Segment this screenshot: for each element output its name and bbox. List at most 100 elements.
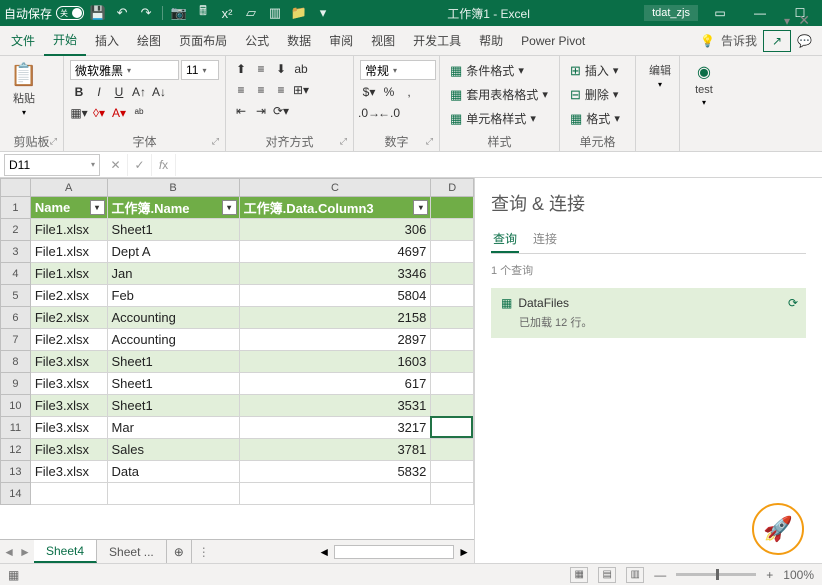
number-format-dropdown[interactable]: 常规▾	[360, 60, 436, 80]
cell[interactable]: Dept A	[107, 241, 239, 263]
pane-menu-icon[interactable]: ▾	[784, 14, 790, 28]
name-box[interactable]: D11▾	[4, 154, 100, 176]
cell[interactable]: 5804	[239, 285, 431, 307]
tellme-icon[interactable]: 💡	[700, 34, 715, 48]
dec-decimal-button[interactable]: ←.0	[380, 104, 398, 122]
tab-scroll-icon[interactable]: ⋮	[192, 545, 216, 559]
phonetic-button[interactable]: ᵃᵇ	[130, 104, 148, 122]
table-format-button[interactable]: ▦套用表格格式 ▾	[446, 84, 552, 105]
col-header[interactable]: A	[30, 179, 107, 197]
zoom-slider[interactable]	[676, 573, 756, 576]
undo-icon[interactable]: ↶	[112, 3, 132, 23]
cell[interactable]: 3531	[239, 395, 431, 417]
cell[interactable]: Accounting	[107, 329, 239, 351]
cell[interactable]	[431, 395, 474, 417]
cell[interactable]: 617	[239, 373, 431, 395]
cond-format-button[interactable]: ▦条件格式 ▾	[446, 60, 552, 81]
cell[interactable]: Sheet1	[107, 395, 239, 417]
col-header[interactable]: B	[107, 179, 239, 197]
zoom-in-button[interactable]: +	[766, 568, 773, 582]
share-button[interactable]: ↗	[763, 30, 791, 52]
cell[interactable]	[431, 417, 474, 439]
row-header[interactable]: 2	[1, 219, 31, 241]
launcher-icon[interactable]: ⤢	[340, 136, 347, 147]
launcher-icon[interactable]: ⤢	[50, 136, 57, 147]
cell[interactable]: 3781	[239, 439, 431, 461]
row-header[interactable]: 8	[1, 351, 31, 373]
tab-nav-prev-icon[interactable]: ◄	[3, 545, 15, 559]
group-icon[interactable]: ▥	[265, 3, 285, 23]
cell[interactable]	[431, 263, 474, 285]
view-break-icon[interactable]: ▥	[626, 567, 644, 583]
view-normal-icon[interactable]: ▦	[570, 567, 588, 583]
pane-tab-queries[interactable]: 查询	[491, 226, 519, 253]
align-left-button[interactable]: ≡	[232, 81, 250, 99]
filter-button[interactable]: ▾	[413, 200, 428, 215]
cell[interactable]: 2897	[239, 329, 431, 351]
tab-review[interactable]: 审阅	[320, 26, 362, 56]
cell[interactable]: Data	[107, 461, 239, 483]
filter-button[interactable]: ▾	[222, 200, 237, 215]
cancel-formula-icon[interactable]: ✕	[104, 154, 128, 176]
filter-button[interactable]: ▾	[90, 200, 105, 215]
cell[interactable]: File3.xlsx	[30, 395, 107, 417]
query-item[interactable]: ▦DataFiles⟳ 已加载 12 行。	[491, 288, 806, 338]
cell[interactable]: File2.xlsx	[30, 285, 107, 307]
spreadsheet-grid[interactable]: ABCD1Name▾工作簿.Name▾工作簿.Data.Column3▾2Fil…	[0, 178, 474, 539]
tellme-label[interactable]: 告诉我	[721, 32, 757, 49]
test-button[interactable]: ◉test▾	[686, 60, 722, 109]
row-header[interactable]: 4	[1, 263, 31, 285]
cell[interactable]: File2.xlsx	[30, 329, 107, 351]
cell[interactable]	[431, 373, 474, 395]
wrap-button[interactable]: ab	[292, 60, 310, 78]
scroll-left-icon[interactable]: ◄	[318, 545, 330, 559]
row-header[interactable]: 10	[1, 395, 31, 417]
cell[interactable]	[431, 329, 474, 351]
new-sheet-button[interactable]: ⊕	[167, 540, 192, 563]
folder-icon[interactable]: 📁	[289, 3, 309, 23]
row-header[interactable]: 9	[1, 373, 31, 395]
fill-color-button[interactable]: ◊▾	[90, 104, 108, 122]
row-header[interactable]: 11	[1, 417, 31, 439]
merge-button[interactable]: ⊞▾	[292, 81, 310, 99]
delete-cells-button[interactable]: ⊟删除 ▾	[566, 84, 624, 105]
edit-button[interactable]: 编辑▾	[642, 60, 678, 91]
cell[interactable]: Feb	[107, 285, 239, 307]
cell[interactable]: File3.xlsx	[30, 351, 107, 373]
camera-icon[interactable]: 📷	[169, 3, 189, 23]
currency-button[interactable]: $▾	[360, 83, 378, 101]
comma-button[interactable]: ,	[400, 83, 418, 101]
cell[interactable]	[431, 241, 474, 263]
cell[interactable]: Accounting	[107, 307, 239, 329]
cell[interactable]	[431, 351, 474, 373]
cell-style-button[interactable]: ▦单元格样式 ▾	[446, 108, 552, 129]
row-header[interactable]: 13	[1, 461, 31, 483]
dec-font-button[interactable]: A↓	[150, 83, 168, 101]
fx-icon[interactable]: fx	[152, 154, 176, 176]
align-center-button[interactable]: ≡	[252, 81, 270, 99]
enter-formula-icon[interactable]: ✓	[128, 154, 152, 176]
cell[interactable]: Sales	[107, 439, 239, 461]
cell[interactable]: File3.xlsx	[30, 439, 107, 461]
pane-close-icon[interactable]: ✕	[798, 12, 810, 29]
launcher-icon[interactable]: ⤢	[426, 136, 433, 147]
tab-file[interactable]: 文件	[2, 26, 44, 56]
comments-icon[interactable]: 💬	[797, 34, 812, 48]
row-header[interactable]: 5	[1, 285, 31, 307]
tab-data[interactable]: 数据	[278, 26, 320, 56]
cell[interactable]: 3217	[239, 417, 431, 439]
indent-dec-button[interactable]: ⇤	[232, 102, 250, 120]
cell[interactable]: 3346	[239, 263, 431, 285]
zoom-level[interactable]: 100%	[783, 568, 814, 582]
col-header[interactable]: C	[239, 179, 431, 197]
row-header[interactable]: 12	[1, 439, 31, 461]
indent-inc-button[interactable]: ⇥	[252, 102, 270, 120]
font-color-button[interactable]: A▾	[110, 104, 128, 122]
paste-button[interactable]: 📋粘贴▾	[6, 60, 42, 119]
tab-layout[interactable]: 页面布局	[170, 26, 236, 56]
col-header[interactable]: D	[431, 179, 474, 197]
tab-dev[interactable]: 开发工具	[404, 26, 470, 56]
italic-button[interactable]: I	[90, 83, 108, 101]
underline-button[interactable]: U	[110, 83, 128, 101]
h-scrollbar[interactable]	[334, 545, 454, 559]
